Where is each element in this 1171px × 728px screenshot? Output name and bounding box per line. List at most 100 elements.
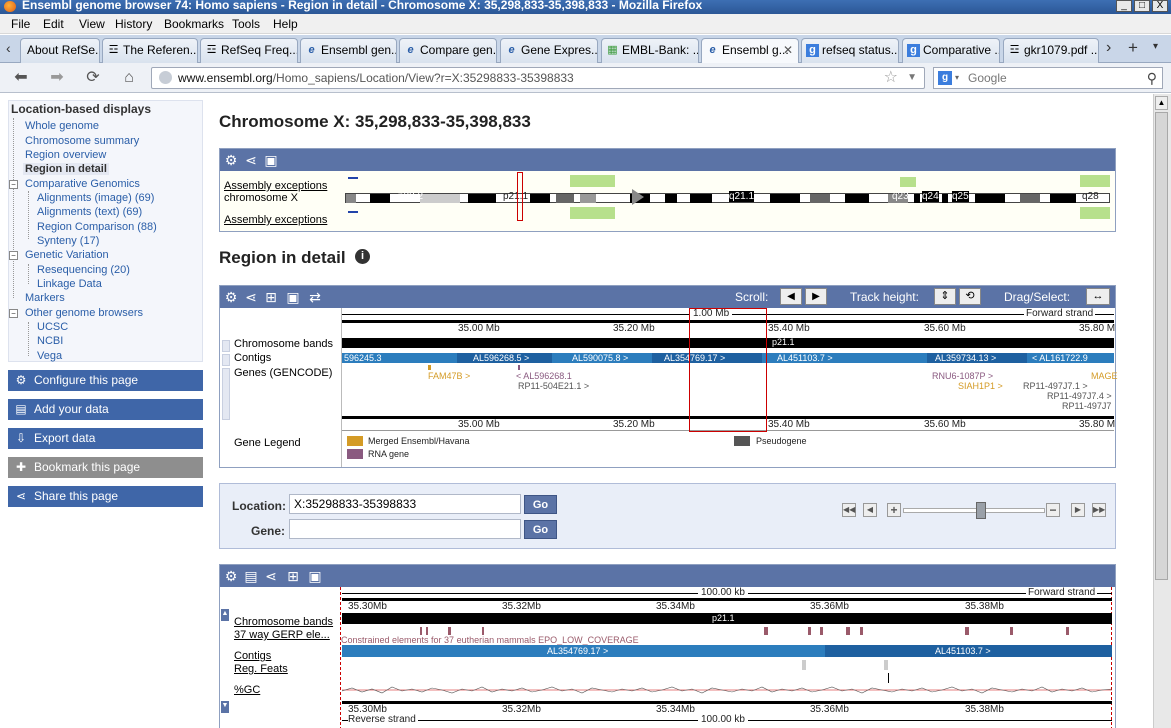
add-data-icon[interactable]: ▤ xyxy=(243,568,259,584)
nav-ncbi[interactable]: NCBI xyxy=(37,335,63,347)
gene-label[interactable]: < AL596268.1 xyxy=(516,371,572,381)
tab-scroll-right-icon[interactable]: › xyxy=(1106,39,1111,57)
tab-2[interactable]: ☲ The Referen... xyxy=(102,38,198,63)
menu-view[interactable]: View xyxy=(79,17,105,31)
scrollbar-thumb[interactable] xyxy=(1155,112,1168,580)
collapse-icon[interactable]: − xyxy=(9,180,18,189)
collapse-icon[interactable]: − xyxy=(9,309,18,318)
gene-label[interactable]: RP11-497J7 xyxy=(1062,401,1111,411)
track-label[interactable]: Chromosome bands xyxy=(234,616,333,628)
share-icon[interactable]: ⋖ xyxy=(243,289,259,305)
step-back-icon[interactable]: ◀ xyxy=(863,503,877,517)
gene-go-button[interactable]: Go xyxy=(524,520,557,539)
image-icon[interactable]: ▣ xyxy=(263,152,279,168)
tab-9[interactable]: g refseq status... xyxy=(801,38,899,63)
gene-label[interactable]: FAM47B > xyxy=(428,371,470,381)
track-label[interactable]: Reg. Feats xyxy=(234,663,288,675)
google-engine-icon[interactable]: g xyxy=(938,71,952,85)
scroll-left-button[interactable]: ◀ xyxy=(780,288,802,305)
track-label[interactable]: Chromosome bands xyxy=(234,338,333,350)
collapse-icon[interactable]: − xyxy=(9,251,18,260)
menu-bookmarks[interactable]: Bookmarks xyxy=(164,17,224,31)
tab-8-active[interactable]: e Ensembl g... ✕ xyxy=(701,38,799,64)
url-dropdown-icon[interactable]: ▼ xyxy=(907,68,917,88)
nav-resequencing[interactable]: Resequencing (20) xyxy=(37,264,130,276)
nav-synteny[interactable]: Synteny (17) xyxy=(37,235,99,247)
nav-alignments-text[interactable]: Alignments (text) (69) xyxy=(37,206,142,218)
tab-5[interactable]: e Compare gen... xyxy=(399,38,497,63)
image-icon[interactable]: ▣ xyxy=(307,568,323,584)
tab-6[interactable]: e Gene Expres... xyxy=(500,38,598,63)
track-label[interactable]: Contigs xyxy=(234,352,271,364)
tab-11[interactable]: ☲ gkr1079.pdf ... xyxy=(1003,38,1099,63)
nav-region-in-detail[interactable]: Region in detail xyxy=(23,163,109,175)
gene-label[interactable]: RP11-497J7.1 > xyxy=(1023,381,1088,391)
share-icon[interactable]: ⋖ xyxy=(243,152,259,168)
zoom-slider-handle[interactable] xyxy=(976,502,987,519)
new-tab-icon[interactable]: + xyxy=(1128,38,1138,58)
scroll-down-icon[interactable]: ▼ xyxy=(221,701,229,713)
bookmark-star-icon[interactable]: ☆ xyxy=(884,68,898,88)
selection-box[interactable] xyxy=(689,308,767,432)
gc-content-graph[interactable] xyxy=(342,683,1112,697)
tab-scroll-left-icon[interactable]: ‹ xyxy=(6,40,11,56)
swap-icon[interactable]: ⇄ xyxy=(307,289,323,305)
menu-file[interactable]: File xyxy=(11,17,30,31)
contig[interactable]: AL596268.5 > xyxy=(457,353,552,363)
nav-alignments-image[interactable]: Alignments (image) (69) xyxy=(37,192,154,204)
contig[interactable]: AL354769.17 > xyxy=(342,645,825,657)
nav-whole-genome[interactable]: Whole genome xyxy=(25,120,99,132)
share-icon[interactable]: ⋖ xyxy=(263,568,279,584)
location-go-button[interactable]: Go xyxy=(524,495,557,514)
nav-ucsc[interactable]: UCSC xyxy=(37,321,68,333)
tab-1[interactable]: About RefSe... xyxy=(20,38,100,63)
menu-tools[interactable]: Tools xyxy=(232,17,260,31)
bookmark-page-button[interactable]: ✚ Bookmark this page xyxy=(8,457,203,478)
contig[interactable]: < AL161722.9 xyxy=(1027,353,1114,363)
gene-input[interactable] xyxy=(289,519,521,539)
contig[interactable]: AL451103.7 > xyxy=(825,645,1112,657)
track-label[interactable]: Assembly exceptions xyxy=(224,214,327,226)
tab-10[interactable]: g Comparative ... xyxy=(902,38,1000,63)
share-page-button[interactable]: ⋖ Share this page xyxy=(8,486,203,507)
info-icon[interactable]: i xyxy=(355,249,370,264)
nav-other-genome-browsers[interactable]: Other genome browsers xyxy=(25,307,143,319)
gene-label[interactable]: RP11-504E21.1 > xyxy=(518,381,589,391)
tab-3[interactable]: ☲ RefSeq Freq... xyxy=(200,38,298,63)
location-marker[interactable] xyxy=(517,172,523,221)
track-label[interactable]: Assembly exceptions xyxy=(224,180,327,192)
gene-label[interactable]: RP11-497J7.4 > xyxy=(1047,391,1112,401)
jump-back-icon[interactable]: ◀◀ xyxy=(842,503,856,517)
reset-height-button[interactable]: ⟲ xyxy=(959,288,981,305)
zoom-slider[interactable] xyxy=(903,508,1045,513)
url-bar[interactable]: www.ensembl.org/Homo_sapiens/Location/Vi… xyxy=(151,67,925,89)
gear-icon[interactable]: ⚙ xyxy=(223,289,239,305)
location-input[interactable]: X:35298833-35398833 xyxy=(289,494,521,514)
search-icon[interactable]: ⚲ xyxy=(1147,68,1157,88)
reload-icon[interactable]: ⟳ xyxy=(82,68,104,88)
track-label[interactable]: Genes (GENCODE) xyxy=(234,367,332,379)
minimize-button[interactable]: _ xyxy=(1116,0,1132,12)
contig[interactable]: AL590075.8 > xyxy=(552,353,652,363)
gear-icon[interactable]: ⚙ xyxy=(223,568,239,584)
step-forward-icon[interactable]: ▶ xyxy=(1071,503,1085,517)
tab-7[interactable]: ▦ EMBL-Bank: ... xyxy=(601,38,699,63)
resize-icon[interactable]: ⊞ xyxy=(285,568,301,584)
scroll-up-icon[interactable]: ▲ xyxy=(221,609,229,621)
engine-dropdown-icon[interactable]: ▾ xyxy=(955,68,959,88)
track-label[interactable]: 37 way GERP ele... xyxy=(234,629,330,641)
gear-icon[interactable]: ⚙ xyxy=(223,152,239,168)
gene-label[interactable]: SIAH1P1 > xyxy=(958,381,1003,391)
forward-icon[interactable]: ➡ xyxy=(46,68,68,88)
maximize-button[interactable]: □ xyxy=(1134,0,1150,12)
menu-help[interactable]: Help xyxy=(273,17,298,31)
nav-vega[interactable]: Vega xyxy=(37,350,62,362)
tab-4[interactable]: e Ensembl gen... xyxy=(300,38,397,63)
list-tabs-icon[interactable]: ▾ xyxy=(1153,41,1158,52)
nav-markers[interactable]: Markers xyxy=(25,292,65,304)
menu-history[interactable]: History xyxy=(115,17,152,31)
resize-icon[interactable]: ⊞ xyxy=(263,289,279,305)
zoom-out-icon[interactable]: − xyxy=(1046,503,1060,517)
nav-linkage-data[interactable]: Linkage Data xyxy=(37,278,102,290)
jump-forward-icon[interactable]: ▶▶ xyxy=(1092,503,1106,517)
